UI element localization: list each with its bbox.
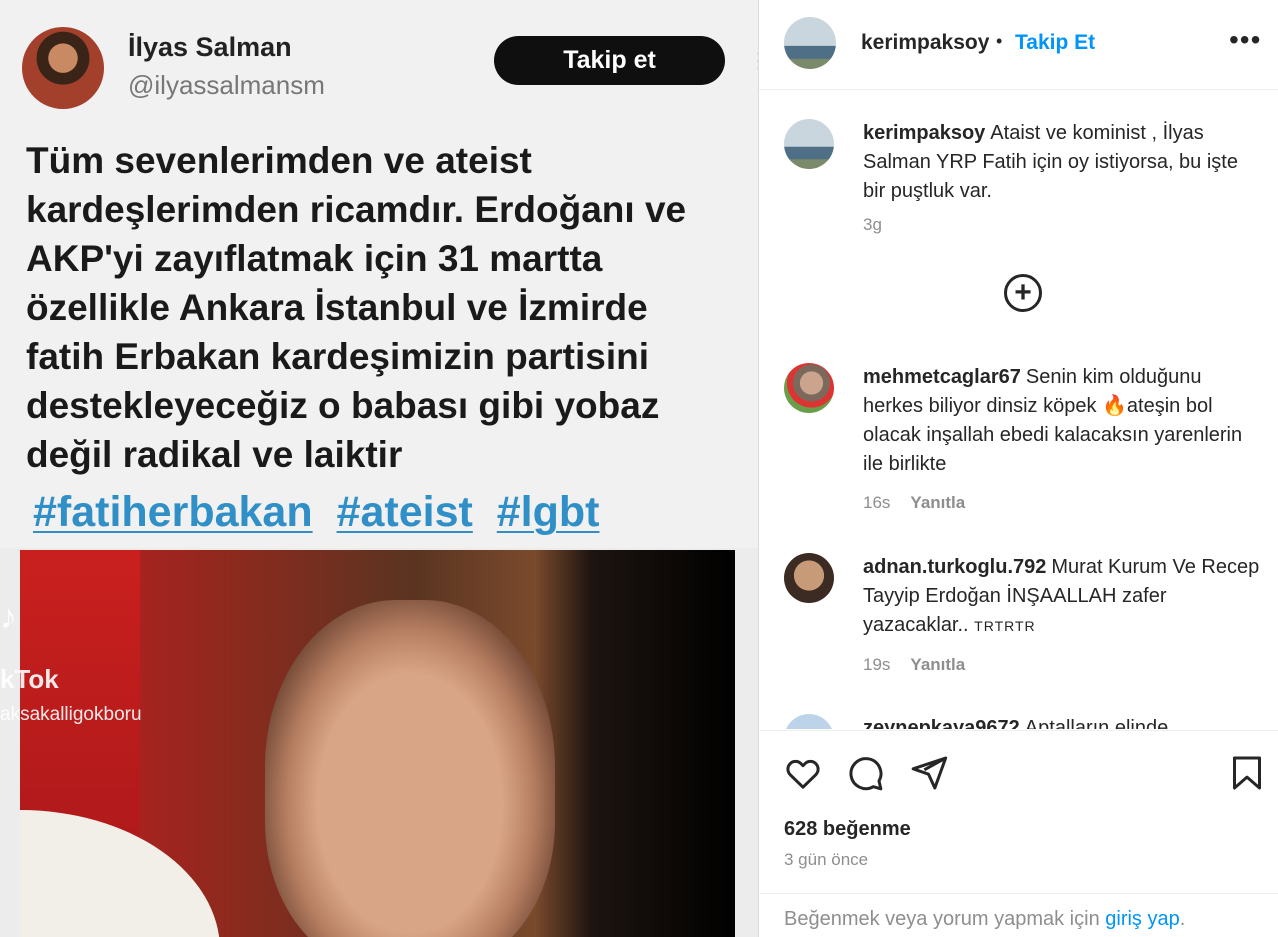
post-header: kerimpaksoy • Takip Et ••• <box>759 0 1278 90</box>
follow-button[interactable]: Takip Et <box>1015 31 1095 55</box>
card-author-handle: @ilyassalmansm <box>128 70 325 100</box>
comment-meta: 19s Yanıtla <box>863 655 965 675</box>
commenter-avatar[interactable] <box>784 553 834 603</box>
tiktok-logo-icon: ♪ <box>0 598 17 636</box>
bookmark-icon[interactable] <box>1227 753 1267 793</box>
post-side-panel: kerimpaksoy • Takip Et ••• kerimpaksoy At… <box>758 0 1278 937</box>
comment-time: 16s <box>863 493 891 512</box>
comment-username[interactable]: zeynepkaya9672 <box>863 717 1020 729</box>
send-icon[interactable] <box>909 753 949 793</box>
card-avatar <box>22 27 104 109</box>
comment-text: Aptalların elinde <box>1024 717 1169 729</box>
post-media[interactable]: İlyas Salman @ilyassalmansm Takip et ⋮ T… <box>0 0 758 937</box>
comment-meta: 16s Yanıtla <box>863 493 965 513</box>
tiktok-username: aksakalligokboru <box>0 704 142 725</box>
hashtag: #fatiherbakan <box>33 488 313 536</box>
card-post-text: Tüm sevenlerimden ve ateist kardeşlerimd… <box>26 140 687 475</box>
comments-list[interactable]: kerimpaksoy Ataist ve kominist , İlyas Sa… <box>759 91 1278 729</box>
portrait-photo <box>20 550 735 937</box>
footer-prompt: Beğenmek veya yorum yapmak için <box>784 908 1100 930</box>
tweet-screenshot-card: İlyas Salman @ilyassalmansm Takip et ⋮ T… <box>0 0 758 548</box>
author-avatar[interactable] <box>784 17 836 69</box>
comment-username[interactable]: mehmetcaglar67 <box>863 366 1021 388</box>
login-link[interactable]: giriş yap <box>1105 908 1179 930</box>
card-more-icon: ⋮ <box>748 48 758 74</box>
hashtag: #ateist <box>336 488 473 536</box>
commenter-avatar[interactable] <box>784 714 834 729</box>
action-bar <box>759 730 1278 830</box>
face-shape <box>265 600 555 937</box>
more-horizontal-icon[interactable]: ••• <box>1229 24 1261 56</box>
login-footer: Beğenmek veya yorum yapmak için giriş ya… <box>759 893 1278 937</box>
like-count[interactable]: 628 beğenme <box>784 818 911 841</box>
comment-time: 19s <box>863 655 891 674</box>
caption-time: 3g <box>863 215 882 234</box>
separator-dot: • <box>996 31 1003 51</box>
flag-white-shape <box>20 810 220 937</box>
heart-icon[interactable] <box>783 753 823 793</box>
hashtag: #lgbt <box>496 488 600 536</box>
comment-icon[interactable] <box>845 753 885 793</box>
card-author-name: İlyas Salman <box>128 32 292 62</box>
caption-avatar[interactable] <box>784 119 834 169</box>
reply-button[interactable]: Yanıtla <box>910 655 965 674</box>
comment-username[interactable]: adnan.turkoglu.792 <box>863 556 1046 578</box>
author-username[interactable]: kerimpaksoy <box>861 31 989 55</box>
commenter-avatar[interactable] <box>784 363 834 413</box>
caption-username[interactable]: kerimpaksoy <box>863 122 985 144</box>
card-hashtags: #fatiherbakan #ateist #lgbt <box>33 488 611 537</box>
reply-button[interactable]: Yanıtla <box>910 493 965 512</box>
footer-period: . <box>1179 908 1186 930</box>
card-follow-button: Takip et <box>494 36 725 85</box>
comment-suffix: TRTRTR <box>974 618 1036 634</box>
post-date: 3 gün önce <box>784 850 869 869</box>
plus-circle-icon[interactable]: + <box>1004 274 1042 312</box>
tiktok-watermark: kTok <box>0 664 59 694</box>
